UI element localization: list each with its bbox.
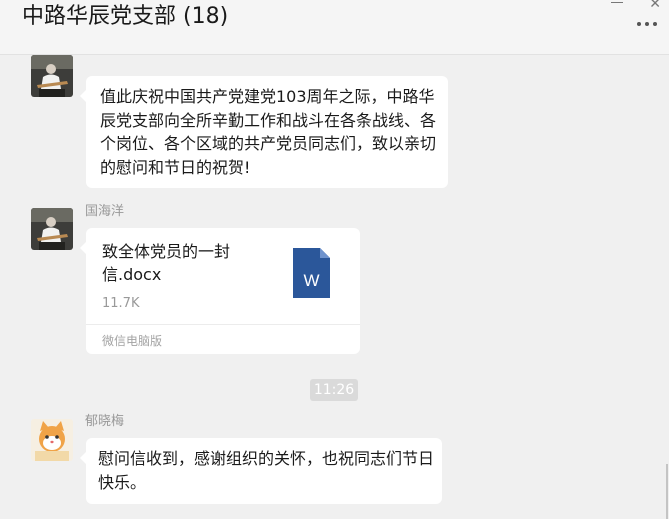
file-source-label: 微信电脑版 [102,334,163,348]
avatar[interactable] [31,208,73,250]
timestamp: 11:26 [310,379,358,401]
file-name: 致全体党员的一封信.docx [102,242,231,284]
file-message-card[interactable]: 致全体党员的一封信.docx 11.7K W 微信电脑版 [80,228,360,354]
avatar[interactable] [31,55,73,97]
minimize-icon[interactable] [611,2,623,3]
message-text: 值此庆祝中国共产党建党103周年之际，中路华辰党支部向全所辛勤工作和战斗在各条战… [100,87,437,177]
more-icon[interactable] [635,20,659,28]
svg-text:W: W [303,271,319,290]
chat-title: 中路华辰党支部 (18) [22,4,229,29]
divider [86,324,360,325]
message-text: 慰问信收到，感谢组织的关怀，也祝同志们节日快乐。 [98,449,435,492]
chat-header: 中路华辰党支部 (18) ✕ [0,0,669,55]
file-size: 11.7K [102,296,140,311]
sender-name: 郁晓梅 [85,414,125,429]
sender-name: 国海洋 [85,204,125,219]
word-document-icon: W [293,248,330,298]
avatar[interactable] [31,419,73,461]
chat-window: 中路华辰党支部 (18) ✕ 值此庆祝中国共产党建党103周年之际，中路华辰党支… [0,0,669,519]
message-bubble[interactable]: 慰问信收到，感谢组织的关怀，也祝同志们节日快乐。 [80,438,442,504]
scrollbar[interactable] [666,464,668,519]
message-bubble[interactable]: 值此庆祝中国共产党建党103周年之际，中路华辰党支部向全所辛勤工作和战斗在各条战… [80,76,448,188]
close-icon[interactable]: ✕ [649,0,661,12]
